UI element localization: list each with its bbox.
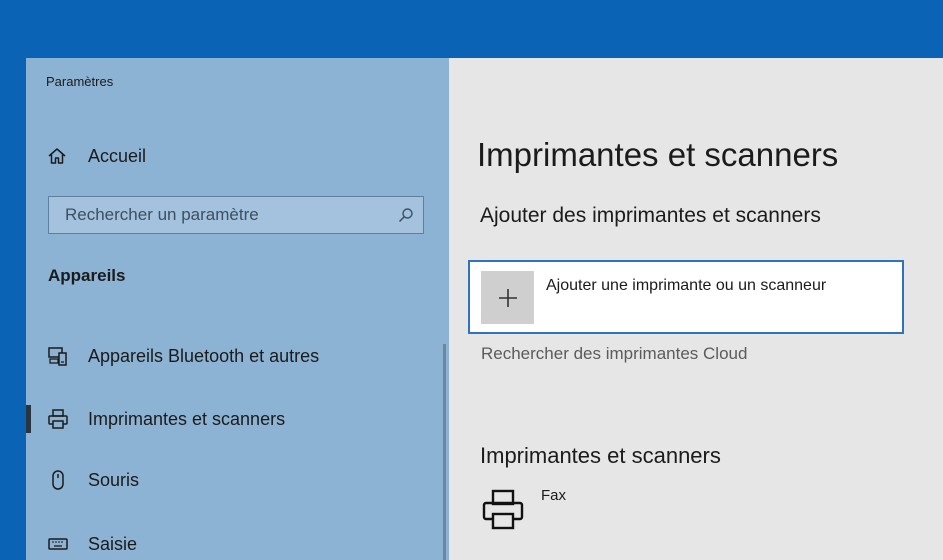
printer-name: Fax: [541, 487, 567, 504]
add-printer-button[interactable]: Ajouter une imprimante ou un scanneur: [468, 260, 904, 334]
sidebar: Paramètres Accueil Rechercher un paramèt…: [26, 58, 449, 560]
sidebar-scrollbar[interactable]: [443, 344, 446, 560]
printer-icon: [46, 407, 70, 431]
sidebar-item-label: Imprimantes et scanners: [88, 408, 286, 429]
keyboard-icon: [46, 532, 70, 556]
home-nav-item[interactable]: Accueil: [46, 142, 306, 170]
plus-icon: [481, 271, 534, 324]
bluetooth-devices-icon: [46, 344, 70, 368]
mouse-icon: [46, 468, 70, 492]
printer-item-fax[interactable]: Fax: [481, 484, 781, 534]
sidebar-item-bluetooth[interactable]: Appareils Bluetooth et autres: [26, 336, 449, 376]
sidebar-item-label: Saisie: [88, 533, 138, 554]
settings-window: Paramètres Accueil Rechercher un paramèt…: [26, 58, 943, 560]
app-title: Paramètres: [46, 74, 114, 89]
selection-indicator: [26, 405, 31, 433]
search-placeholder: Rechercher un paramètre: [65, 205, 259, 224]
printer-icon: [481, 488, 527, 534]
sidebar-item-label: Appareils Bluetooth et autres: [88, 345, 320, 366]
sidebar-item-mouse[interactable]: Souris: [26, 460, 449, 500]
cloud-printers-link[interactable]: Rechercher des imprimantes Cloud: [481, 344, 747, 364]
sidebar-item-label: Souris: [88, 469, 140, 490]
section-label-devices: Appareils: [48, 266, 126, 285]
add-section-title: Ajouter des imprimantes et scanners: [480, 204, 821, 227]
sidebar-item-typing[interactable]: Saisie: [26, 524, 449, 560]
search-icon[interactable]: [397, 206, 415, 224]
add-printer-label: Ajouter une imprimante ou un scanneur: [546, 277, 827, 294]
sidebar-item-printers[interactable]: Imprimantes et scanners: [26, 399, 449, 439]
printers-section-title: Imprimantes et scanners: [480, 443, 721, 468]
settings-search-input[interactable]: Rechercher un paramètre: [48, 196, 424, 234]
home-icon: [46, 145, 68, 167]
home-label: Accueil: [88, 145, 147, 166]
page-title: Imprimantes et scanners: [477, 136, 839, 173]
main-content: Imprimantes et scanners Ajouter des impr…: [449, 58, 943, 560]
